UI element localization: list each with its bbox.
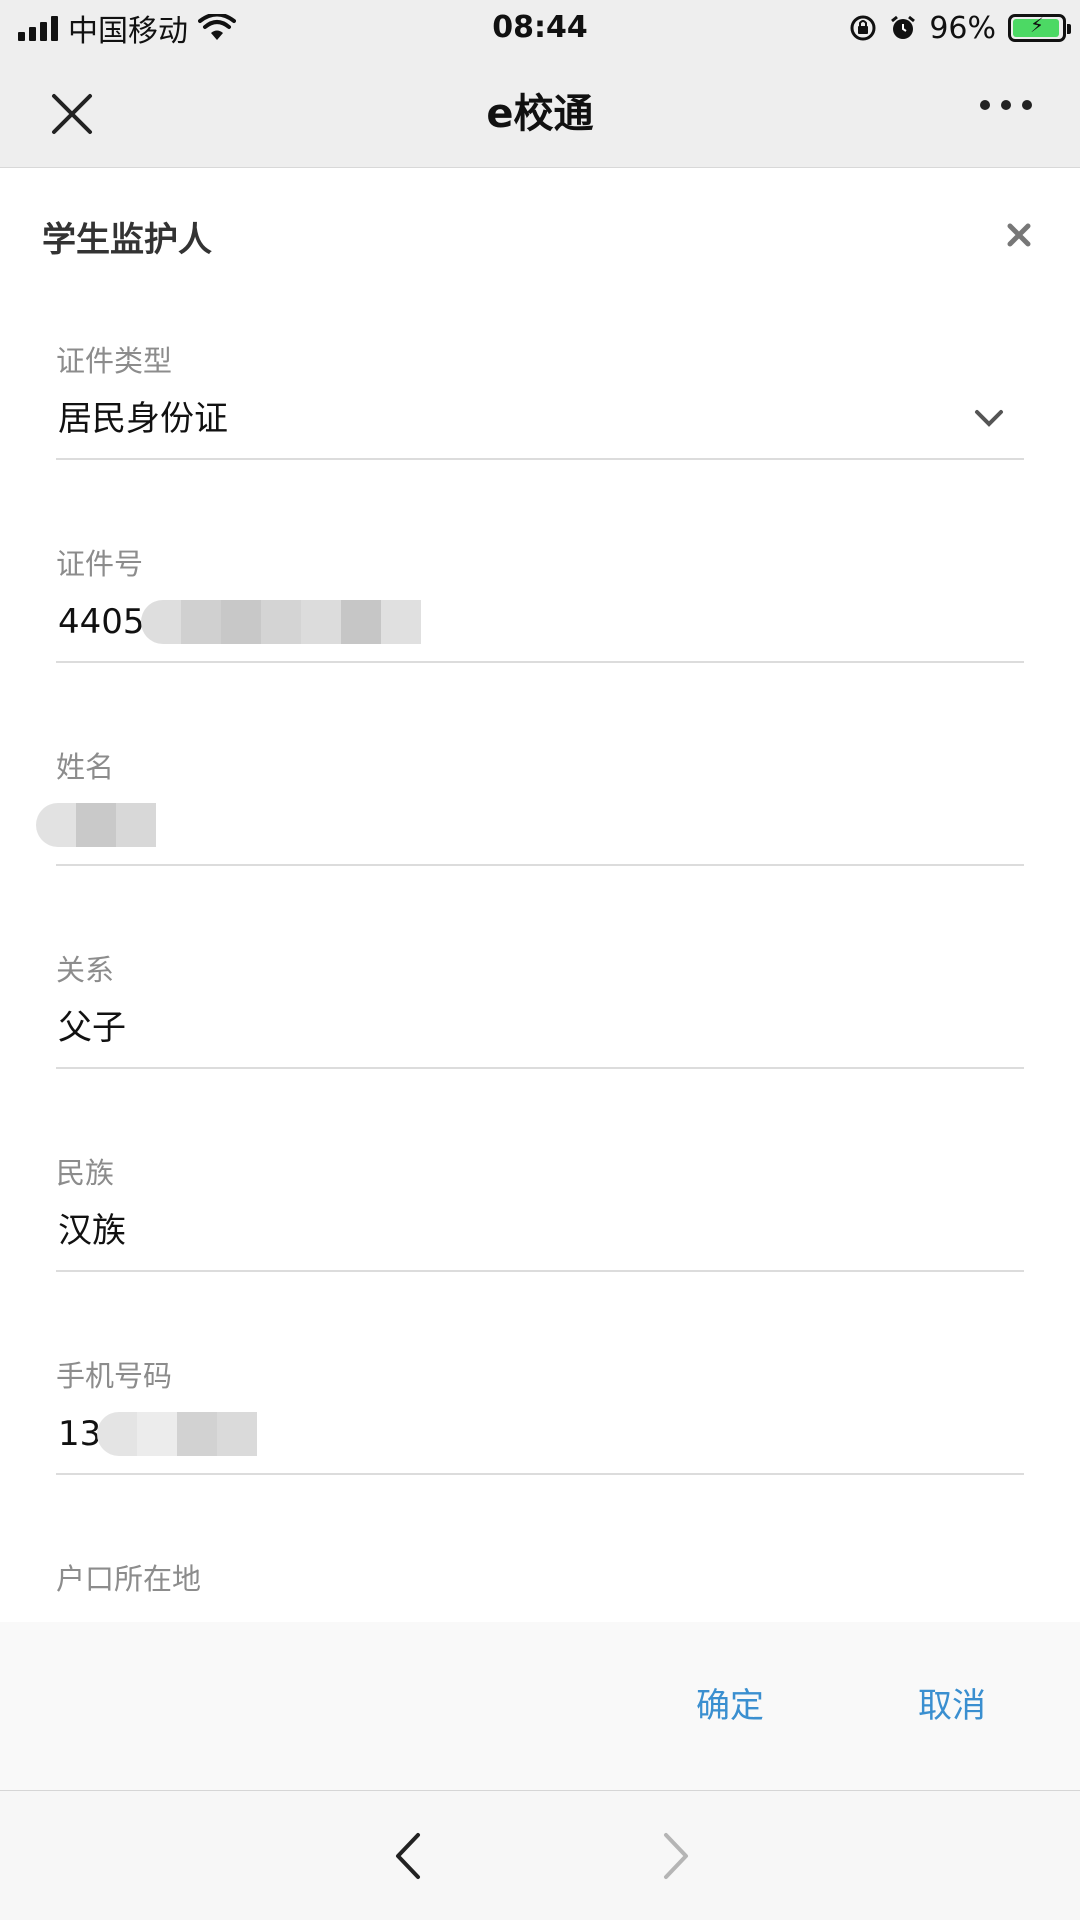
ethnicity-input[interactable]: 汉族: [58, 1206, 126, 1256]
guardian-form: 证件类型 居民身份证 证件号 4405 姓名 关系 父子 民族 汉族 手机号码 …: [36, 328, 1024, 1749]
field-label: 证件类型: [56, 344, 173, 378]
dialog-title: 学生监护人: [42, 220, 212, 260]
field-label: 证件号: [56, 547, 144, 581]
field-underline: [56, 864, 1024, 866]
field-underline: [56, 661, 1024, 663]
id-number-input[interactable]: 4405: [58, 597, 421, 647]
field-label: 姓名: [56, 750, 115, 784]
field-label: 民族: [56, 1156, 115, 1190]
field-label: 手机号码: [56, 1359, 173, 1393]
battery-percent: 96%: [929, 10, 996, 46]
orientation-lock-icon: [850, 15, 876, 41]
field-underline: [56, 1473, 1024, 1475]
dialog-close-icon[interactable]: [1004, 220, 1034, 250]
name-input[interactable]: [36, 800, 156, 850]
redacted-blur: [36, 803, 156, 847]
back-arrow-icon[interactable]: [388, 1831, 432, 1881]
guardian-dialog: 学生监护人 证件类型 居民身份证 证件号 4405 姓名 关系 父子 民族 汉族…: [0, 168, 1080, 1790]
alarm-icon: [891, 15, 916, 39]
chevron-down-icon: [975, 410, 1003, 427]
field-id-number[interactable]: 证件号 4405: [56, 531, 1024, 734]
status-bar: 中国移动 08:44 96% ⚡: [0, 0, 1080, 60]
phone-input[interactable]: 13: [58, 1409, 258, 1459]
phone-text: 13: [58, 1414, 102, 1454]
charging-bolt-icon: ⚡: [1029, 13, 1045, 37]
field-label: 关系: [56, 953, 115, 987]
navigation-bar: e校通: [0, 60, 1080, 168]
field-name[interactable]: 姓名: [36, 734, 1024, 937]
forward-arrow-icon[interactable]: [652, 1831, 696, 1881]
id-number-text: 4405: [58, 602, 145, 642]
confirm-button[interactable]: 确定: [660, 1622, 800, 1790]
field-underline: [56, 458, 1024, 460]
relationship-input[interactable]: 父子: [58, 1003, 126, 1053]
field-relationship[interactable]: 关系 父子: [56, 937, 1024, 1140]
field-phone[interactable]: 手机号码 13: [56, 1343, 1024, 1546]
status-right-group: 96% ⚡: [849, 0, 1071, 56]
field-id-type[interactable]: 证件类型 居民身份证: [56, 328, 1024, 531]
redacted-blur: [140, 600, 421, 644]
dialog-header: 学生监护人: [0, 168, 1080, 298]
redacted-blur: [97, 1412, 258, 1456]
battery-charging-icon: ⚡: [1008, 13, 1071, 42]
dialog-footer: 确定 取消: [0, 1622, 1080, 1790]
cancel-button[interactable]: 取消: [882, 1622, 1022, 1790]
field-underline: [56, 1067, 1024, 1069]
field-ethnicity[interactable]: 民族 汉族: [56, 1140, 1024, 1343]
field-label: 户口所在地: [56, 1562, 202, 1596]
browser-toolbar: [0, 1790, 1080, 1920]
field-underline: [56, 1270, 1024, 1272]
page-title: e校通: [486, 91, 594, 137]
more-icon[interactable]: [980, 100, 1032, 110]
id-type-select[interactable]: 居民身份证: [58, 394, 228, 444]
